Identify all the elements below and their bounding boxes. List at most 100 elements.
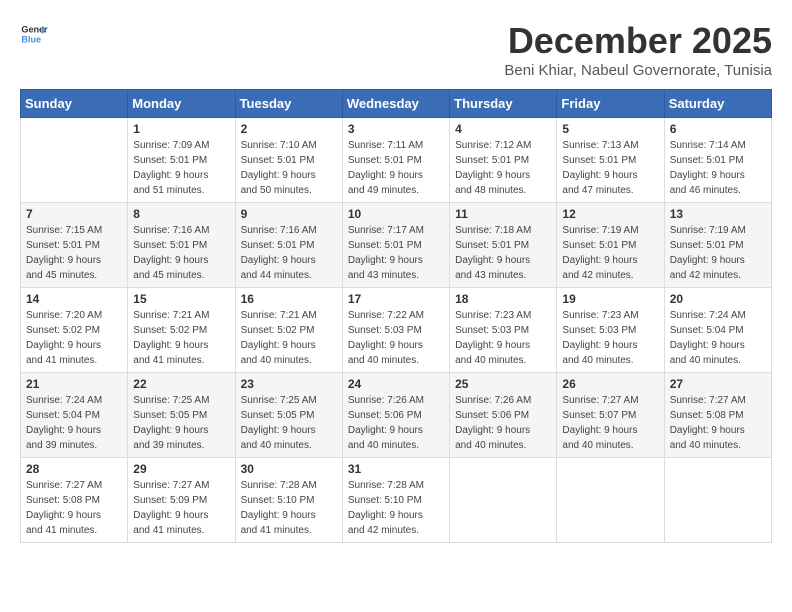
day-number: 10	[348, 207, 444, 221]
day-header-saturday: Saturday	[664, 90, 771, 118]
day-number: 23	[241, 377, 337, 391]
day-header-thursday: Thursday	[450, 90, 557, 118]
day-info: Sunrise: 7:21 AMSunset: 5:02 PMDaylight:…	[241, 308, 337, 368]
day-info: Sunrise: 7:27 AMSunset: 5:07 PMDaylight:…	[562, 393, 658, 453]
calendar-cell: 23 Sunrise: 7:25 AMSunset: 5:05 PMDayligh…	[235, 373, 342, 458]
calendar-cell: 27Sunrise: 7:27 AMSunset: 5:08 PMDayligh…	[664, 373, 771, 458]
day-number: 26	[562, 377, 658, 391]
calendar-cell: 5Sunrise: 7:13 AMSunset: 5:01 PMDaylight…	[557, 118, 664, 203]
day-info: Sunrise: 7:28 AMSunset: 5:10 PMDaylight:…	[348, 478, 444, 538]
calendar-body: 1Sunrise: 7:09 AMSunset: 5:01 PMDaylight…	[21, 118, 772, 543]
day-number: 14	[26, 292, 122, 306]
day-number: 5	[562, 122, 658, 136]
day-number: 25	[455, 377, 551, 391]
svg-text:Blue: Blue	[21, 34, 41, 44]
calendar-header-row: SundayMondayTuesdayWednesdayThursdayFrid…	[21, 90, 772, 118]
calendar-cell: 3 Sunrise: 7:11 AMSunset: 5:01 PMDaylight…	[342, 118, 449, 203]
day-info: Sunrise: 7:16 AMSunset: 5:01 PMDaylight:…	[133, 223, 229, 283]
calendar-cell: 22Sunrise: 7:25 AMSunset: 5:05 PMDayligh…	[128, 373, 235, 458]
page-header: General Blue December 2025 Beni Khiar, N…	[20, 20, 772, 79]
day-number: 9	[241, 207, 337, 221]
day-number: 13	[670, 207, 766, 221]
calendar-cell: 13 Sunrise: 7:19 AMSunset: 5:01 PMDayligh…	[664, 203, 771, 288]
calendar-cell: 29Sunrise: 7:27 AMSunset: 5:09 PMDayligh…	[128, 458, 235, 543]
calendar-cell: 14 Sunrise: 7:20 AMSunset: 5:02 PMDayligh…	[21, 288, 128, 373]
day-info: Sunrise: 7:19 AMSunset: 5:01 PMDaylight:…	[670, 223, 766, 283]
calendar-cell: 8 Sunrise: 7:16 AMSunset: 5:01 PMDaylight…	[128, 203, 235, 288]
calendar-table: SundayMondayTuesdayWednesdayThursdayFrid…	[20, 89, 772, 543]
logo-icon: General Blue	[20, 20, 48, 48]
day-number: 11	[455, 207, 551, 221]
calendar-cell: 10 Sunrise: 7:17 AMSunset: 5:01 PMDayligh…	[342, 203, 449, 288]
day-info: Sunrise: 7:20 AMSunset: 5:02 PMDaylight:…	[26, 308, 122, 368]
day-info: Sunrise: 7:21 AMSunset: 5:02 PMDaylight:…	[133, 308, 229, 368]
day-number: 19	[562, 292, 658, 306]
day-number: 30	[241, 462, 337, 476]
day-info: Sunrise: 7:11 AMSunset: 5:01 PMDaylight:…	[348, 138, 444, 198]
day-number: 28	[26, 462, 122, 476]
title-block: December 2025 Beni Khiar, Nabeul Governo…	[504, 20, 772, 79]
calendar-week-3: 14 Sunrise: 7:20 AMSunset: 5:02 PMDayligh…	[21, 288, 772, 373]
day-header-wednesday: Wednesday	[342, 90, 449, 118]
day-info: Sunrise: 7:25 AMSunset: 5:05 PMDaylight:…	[241, 393, 337, 453]
calendar-cell: 20Sunrise: 7:24 AMSunset: 5:04 PMDayligh…	[664, 288, 771, 373]
day-number: 27	[670, 377, 766, 391]
calendar-cell: 4 Sunrise: 7:12 AMSunset: 5:01 PMDaylight…	[450, 118, 557, 203]
day-number: 7	[26, 207, 122, 221]
calendar-cell: 19 Sunrise: 7:23 AMSunset: 5:03 PMDayligh…	[557, 288, 664, 373]
day-info: Sunrise: 7:23 AMSunset: 5:03 PMDaylight:…	[455, 308, 551, 368]
calendar-cell	[664, 458, 771, 543]
calendar-cell: 24Sunrise: 7:26 AMSunset: 5:06 PMDayligh…	[342, 373, 449, 458]
calendar-cell	[557, 458, 664, 543]
day-number: 15	[133, 292, 229, 306]
calendar-week-1: 1Sunrise: 7:09 AMSunset: 5:01 PMDaylight…	[21, 118, 772, 203]
calendar-cell: 30 Sunrise: 7:28 AMSunset: 5:10 PMDayligh…	[235, 458, 342, 543]
day-info: Sunrise: 7:28 AMSunset: 5:10 PMDaylight:…	[241, 478, 337, 538]
calendar-cell: 28 Sunrise: 7:27 AMSunset: 5:08 PMDayligh…	[21, 458, 128, 543]
day-info: Sunrise: 7:10 AMSunset: 5:01 PMDaylight:…	[241, 138, 337, 198]
day-number: 16	[241, 292, 337, 306]
day-number: 12	[562, 207, 658, 221]
day-number: 4	[455, 122, 551, 136]
day-info: Sunrise: 7:26 AMSunset: 5:06 PMDaylight:…	[348, 393, 444, 453]
day-info: Sunrise: 7:25 AMSunset: 5:05 PMDaylight:…	[133, 393, 229, 453]
day-info: Sunrise: 7:22 AMSunset: 5:03 PMDaylight:…	[348, 308, 444, 368]
day-header-monday: Monday	[128, 90, 235, 118]
calendar-cell: 16 Sunrise: 7:21 AMSunset: 5:02 PMDayligh…	[235, 288, 342, 373]
logo: General Blue	[20, 20, 48, 48]
calendar-cell: 12Sunrise: 7:19 AMSunset: 5:01 PMDayligh…	[557, 203, 664, 288]
day-info: Sunrise: 7:24 AMSunset: 5:04 PMDaylight:…	[26, 393, 122, 453]
calendar-cell: 15 Sunrise: 7:21 AMSunset: 5:02 PMDayligh…	[128, 288, 235, 373]
calendar-cell: 25 Sunrise: 7:26 AMSunset: 5:06 PMDayligh…	[450, 373, 557, 458]
calendar-cell: 2 Sunrise: 7:10 AMSunset: 5:01 PMDaylight…	[235, 118, 342, 203]
calendar-cell: 7 Sunrise: 7:15 AMSunset: 5:01 PMDaylight…	[21, 203, 128, 288]
day-info: Sunrise: 7:26 AMSunset: 5:06 PMDaylight:…	[455, 393, 551, 453]
day-info: Sunrise: 7:27 AMSunset: 5:09 PMDaylight:…	[133, 478, 229, 538]
month-title: December 2025	[504, 20, 772, 62]
calendar-week-4: 21Sunrise: 7:24 AMSunset: 5:04 PMDayligh…	[21, 373, 772, 458]
day-info: Sunrise: 7:12 AMSunset: 5:01 PMDaylight:…	[455, 138, 551, 198]
location-subtitle: Beni Khiar, Nabeul Governorate, Tunisia	[504, 62, 772, 79]
calendar-cell: 18Sunrise: 7:23 AMSunset: 5:03 PMDayligh…	[450, 288, 557, 373]
calendar-cell: 9 Sunrise: 7:16 AMSunset: 5:01 PMDaylight…	[235, 203, 342, 288]
day-info: Sunrise: 7:09 AMSunset: 5:01 PMDaylight:…	[133, 138, 229, 198]
calendar-cell: 1Sunrise: 7:09 AMSunset: 5:01 PMDaylight…	[128, 118, 235, 203]
day-number: 8	[133, 207, 229, 221]
calendar-cell: 21Sunrise: 7:24 AMSunset: 5:04 PMDayligh…	[21, 373, 128, 458]
day-info: Sunrise: 7:24 AMSunset: 5:04 PMDaylight:…	[670, 308, 766, 368]
day-number: 2	[241, 122, 337, 136]
day-info: Sunrise: 7:14 AMSunset: 5:01 PMDaylight:…	[670, 138, 766, 198]
calendar-week-5: 28 Sunrise: 7:27 AMSunset: 5:08 PMDayligh…	[21, 458, 772, 543]
calendar-cell: 26 Sunrise: 7:27 AMSunset: 5:07 PMDayligh…	[557, 373, 664, 458]
day-info: Sunrise: 7:18 AMSunset: 5:01 PMDaylight:…	[455, 223, 551, 283]
day-info: Sunrise: 7:17 AMSunset: 5:01 PMDaylight:…	[348, 223, 444, 283]
calendar-cell: 6Sunrise: 7:14 AMSunset: 5:01 PMDaylight…	[664, 118, 771, 203]
day-info: Sunrise: 7:23 AMSunset: 5:03 PMDaylight:…	[562, 308, 658, 368]
calendar-cell: 11 Sunrise: 7:18 AMSunset: 5:01 PMDayligh…	[450, 203, 557, 288]
day-info: Sunrise: 7:27 AMSunset: 5:08 PMDaylight:…	[26, 478, 122, 538]
day-number: 3	[348, 122, 444, 136]
day-info: Sunrise: 7:15 AMSunset: 5:01 PMDaylight:…	[26, 223, 122, 283]
day-number: 31	[348, 462, 444, 476]
day-header-tuesday: Tuesday	[235, 90, 342, 118]
day-info: Sunrise: 7:16 AMSunset: 5:01 PMDaylight:…	[241, 223, 337, 283]
